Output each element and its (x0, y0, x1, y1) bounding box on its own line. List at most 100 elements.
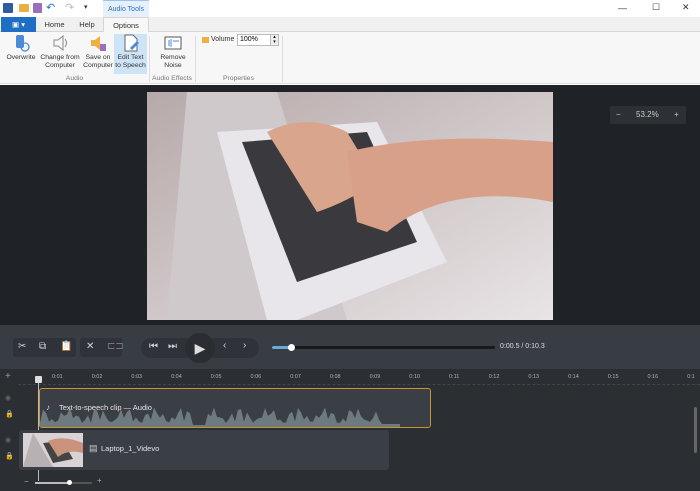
ruler-tick-label: 0:07 (290, 374, 301, 380)
file-menu-button[interactable]: ▣ ▾ (1, 17, 36, 32)
add-track-button[interactable]: + (5, 371, 11, 382)
ruler-tick-label: 0:12 (488, 374, 500, 380)
edit-text-to-speech-button[interactable]: Edit Text to Speech (114, 34, 147, 74)
ruler-tick-label: 0:14 (568, 374, 579, 380)
remove-noise-icon (164, 36, 182, 50)
maximize-button[interactable]: ☐ (652, 2, 660, 13)
ruler-tick-label: 0:05 (210, 374, 222, 380)
separator (282, 36, 283, 82)
time-display: 0:00.5 / 0:10.3 (500, 343, 545, 350)
playback-controls: ✂ ⧉ 📋 ✕ ⊏⊐ ⏮ ⏭ ‹ › ▶ 0:00.5 / 0:10.3 (0, 325, 700, 369)
edit-tts-label-2: to Speech (115, 62, 146, 69)
copy-icon[interactable]: ⧉ (39, 341, 46, 352)
track-visibility-icon[interactable]: ◉ (5, 394, 11, 402)
zoom-control: − 53.2% + (610, 106, 686, 124)
minimize-button[interactable]: — (618, 3, 627, 13)
group-label-audio-effects: Audio Effects (152, 75, 192, 82)
save-label-1: Save on (85, 54, 111, 61)
track-lock-icon[interactable]: 🔒 (5, 452, 14, 460)
ruler-tick-label: 0:15 (607, 374, 619, 380)
video-clip-label: Laptop_1_Videvo (101, 444, 160, 453)
ruler-tick-label: 0:08 (329, 374, 341, 380)
timeline-zoom-slider[interactable] (35, 480, 92, 485)
tab-help[interactable]: Help (72, 17, 102, 32)
change-label-2: Computer (45, 62, 75, 69)
title-bar: ↶ ↷ ▾ Audio Tools — ☐ ✕ (0, 0, 700, 17)
timeline-ruler[interactable]: 0:01 0:02 0:03 0:04 0:05 0:06 0:07 0:08 0:09 0:10… (18, 369, 700, 385)
overwrite-icon (16, 35, 30, 52)
ruler-tick-label: 0:01 (52, 374, 63, 380)
audio-clip-icon: ♪ (46, 403, 50, 412)
undo-icon[interactable]: ↶ (46, 1, 55, 14)
remove-noise-button[interactable]: Remove Noise (155, 34, 191, 74)
skip-end-icon[interactable]: ⏭ (168, 341, 177, 352)
track-visibility-icon[interactable]: ◉ (5, 436, 11, 444)
redo-icon[interactable]: ↷ (65, 1, 74, 14)
remove-noise-label-1: Remove (160, 54, 186, 61)
context-tab-audio-tools: Audio Tools (103, 0, 149, 17)
overwrite-label: Overwrite (6, 54, 36, 61)
video-preview[interactable] (147, 92, 553, 320)
speaker-save-icon (91, 36, 106, 51)
text-to-speech-icon (124, 34, 139, 52)
delete-icon[interactable]: ✕ (86, 341, 94, 352)
ruler-tick-label: 0:03 (131, 374, 143, 380)
group-label-audio: Audio (65, 75, 84, 82)
ruler-tick-label: 0:16 (647, 374, 659, 380)
audio-clip-label: Text-to-speech clip — Audio (59, 403, 152, 412)
preview-area: − 53.2% + (0, 85, 700, 325)
ruler-tick-label: 0:09 (369, 374, 381, 380)
volume-input[interactable]: 100% (237, 34, 271, 46)
customize-qat-icon[interactable]: ▾ (84, 3, 88, 11)
ruler-tick-label: 0:11 (449, 374, 460, 380)
timeline-zoom-in[interactable]: + (97, 476, 102, 485)
change-from-computer-button[interactable]: Change from Computer (39, 34, 81, 74)
split-icon[interactable]: ⊏⊐ (107, 341, 124, 352)
app-icon (3, 3, 13, 13)
zoom-out-button[interactable]: − (616, 110, 621, 119)
prev-frame-icon[interactable]: ‹ (223, 340, 226, 351)
tab-home[interactable]: Home (37, 17, 72, 32)
video-clip[interactable]: ▤ Laptop_1_Videvo (19, 430, 389, 470)
ruler-tick-label: 0:04 (171, 374, 182, 380)
ruler-tick-label: 0:13 (528, 374, 540, 380)
save-icon[interactable] (33, 3, 42, 13)
video-clip-thumbnail (23, 433, 83, 467)
ruler-tick-label: 0:1 (687, 374, 695, 380)
film-icon: ▤ (89, 443, 98, 453)
timeline-zoom-fill (35, 482, 70, 484)
track-lock-icon[interactable]: 🔒 (5, 410, 14, 418)
ribbon: Overwrite Change from Computer Save on C… (0, 32, 700, 84)
play-button[interactable]: ▶ (185, 333, 215, 363)
open-icon[interactable] (19, 4, 29, 12)
save-on-computer-button[interactable]: Save on Computer (82, 34, 114, 74)
close-button[interactable]: ✕ (682, 2, 690, 13)
group-label-properties: Properties (223, 75, 254, 82)
zoom-in-button[interactable]: + (674, 110, 679, 119)
speaker-change-icon (53, 34, 67, 52)
next-frame-icon[interactable]: › (243, 340, 246, 351)
timeline-zoom-handle[interactable] (67, 480, 73, 485)
ruler-tick-label: 0:06 (250, 374, 262, 380)
edit-tools-group: ✂ ⧉ 📋 (13, 338, 76, 357)
volume-spinner[interactable]: ▴ ▾ (270, 34, 279, 46)
skip-start-icon[interactable]: ⏮ (149, 341, 158, 352)
timeline: + 0:01 0:02 0:03 0:04 0:05 0:06 0:07 0:08 0:09 0:… (0, 369, 700, 491)
playback-handle[interactable] (288, 344, 296, 351)
change-label-1: Change from (40, 54, 80, 61)
save-label-2: Computer (83, 62, 113, 69)
cut-icon[interactable]: ✂ (18, 341, 26, 352)
tab-options[interactable]: Options (103, 17, 149, 33)
timeline-scrollbar[interactable] (694, 407, 697, 453)
zoom-level: 53.2% (636, 110, 659, 119)
volume-icon (202, 37, 209, 43)
ruler-tick-label: 0:10 (409, 374, 421, 380)
remove-noise-label-2: Noise (164, 62, 182, 69)
ruler-tick-label: 0:02 (91, 374, 103, 380)
timeline-zoom-out[interactable]: − (24, 477, 29, 486)
ribbon-tabs: ▣ ▾ Home Help Options (0, 17, 700, 33)
paste-icon[interactable]: 📋 (60, 341, 72, 352)
audio-clip[interactable]: ♪ Text-to-speech clip — Audio (39, 388, 431, 428)
overwrite-button[interactable]: Overwrite (4, 34, 38, 74)
playback-scrubber[interactable] (272, 344, 495, 351)
